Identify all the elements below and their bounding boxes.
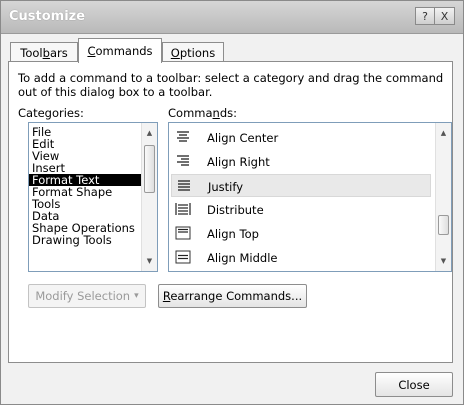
scroll-down-arrow-icon[interactable]: ▼: [142, 253, 157, 269]
command-label: Align Right: [207, 155, 270, 169]
commands-scrollbar[interactable]: ▲ ▼: [435, 123, 451, 271]
distribute-icon: [175, 203, 191, 215]
command-item-align-middle[interactable]: Align Middle: [171, 246, 431, 269]
command-item-align-center[interactable]: Align Center: [171, 126, 431, 149]
chevron-down-icon: ▾: [134, 291, 139, 301]
command-label: Align Middle: [207, 251, 278, 265]
title-bar-buttons: ? X: [415, 7, 455, 25]
command-label: Align Center: [207, 131, 279, 145]
categories-label: Categories:: [18, 106, 84, 120]
rearrange-commands-label: Rearrange Commands...: [162, 289, 303, 303]
align-middle-icon: [175, 250, 191, 264]
tab-commands[interactable]: Commands: [78, 38, 162, 63]
scroll-up-arrow-icon[interactable]: ▲: [436, 125, 451, 141]
command-item-justify[interactable]: Justify: [171, 174, 431, 197]
tab-toolbars[interactable]: Toolbars: [10, 42, 78, 62]
categories-scroll-thumb[interactable]: [144, 145, 155, 193]
categories-scrollbar[interactable]: ▲ ▼: [141, 123, 157, 271]
modify-selection-label: Modify Selection: [35, 289, 131, 303]
align-center-icon: [177, 131, 189, 142]
window-title: Customize: [9, 9, 86, 24]
title-bar: Customize ? X: [1, 1, 463, 34]
help-button[interactable]: ?: [415, 7, 435, 25]
align-top-icon: [175, 226, 191, 240]
category-item-drawing-tools[interactable]: Drawing Tools: [29, 234, 141, 246]
rearrange-commands-button[interactable]: Rearrange Commands...: [158, 284, 307, 308]
scroll-down-arrow-icon[interactable]: ▼: [436, 253, 451, 269]
justify-icon: [178, 180, 190, 191]
tab-options[interactable]: Options: [162, 42, 224, 62]
commands-scroll-thumb[interactable]: [438, 215, 449, 235]
command-item-align-top[interactable]: Align Top: [171, 222, 431, 245]
tab-toolbars-label: Toolbars: [20, 45, 68, 60]
command-label: Justify: [208, 180, 244, 194]
command-item-align-right[interactable]: Align Right: [171, 150, 431, 173]
commands-list[interactable]: Align Center Align Right Justify Distrib…: [168, 122, 452, 272]
align-right-icon: [177, 155, 189, 166]
commands-label: Commands:: [168, 106, 237, 120]
command-label: Align Top: [207, 227, 259, 241]
scroll-up-arrow-icon[interactable]: ▲: [142, 125, 157, 141]
categories-list[interactable]: File Edit View Insert Format Text Format…: [28, 122, 158, 272]
tab-commands-label: Commands: [87, 44, 153, 58]
close-button[interactable]: Close: [375, 372, 453, 397]
tab-options-label: Options: [170, 45, 216, 60]
instructions-text: To add a command to a toolbar: select a …: [18, 71, 444, 99]
command-item-distribute[interactable]: Distribute: [171, 198, 431, 221]
close-window-button[interactable]: X: [435, 7, 455, 25]
command-label: Distribute: [207, 203, 264, 217]
modify-selection-button[interactable]: Modify Selection ▾: [28, 284, 146, 308]
